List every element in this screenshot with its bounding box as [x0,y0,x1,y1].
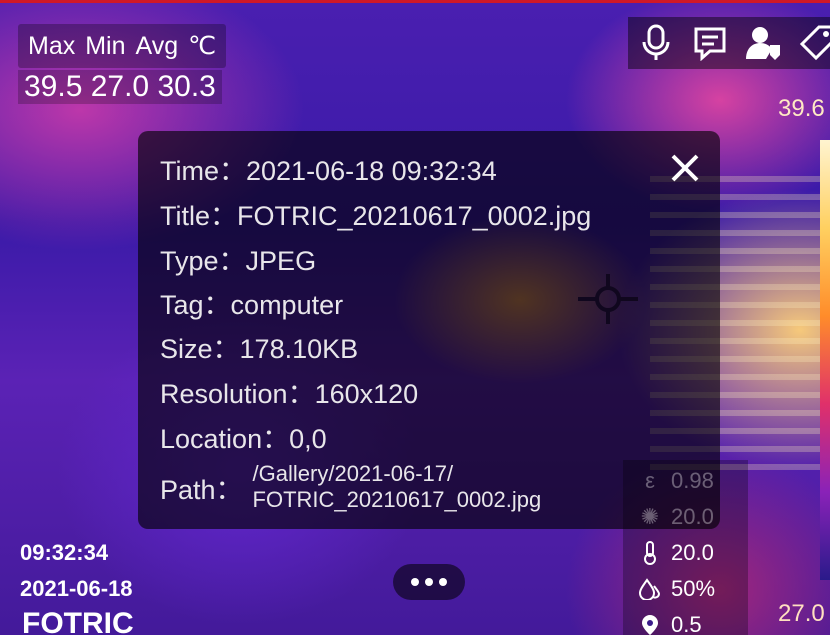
info-location-row: Location：0,0 [160,417,327,456]
info-path-row: Path： /Gallery/2021-06-17/ FOTRIC_202106… [160,461,541,513]
text-note-icon[interactable] [688,21,732,65]
path-line-1: /Gallery/2021-06-17/ [252,461,454,486]
reflected-temperature-icon: ✺ [640,504,660,529]
title-label: Title： [160,201,238,231]
info-resolution-row: Resolution：160x120 [160,372,418,411]
distance-value: 0.5 [671,612,702,637]
info-tag-row: Tag：computer [160,283,343,322]
top-toolbar [628,17,830,69]
title-value: FOTRIC_20210617_0002.jpg [237,201,592,231]
measurement-values: 39.5 27.0 30.3 [18,70,222,104]
measurement-parameters[interactable]: ε 0.98 ✺ 20.0 20.0 50% 0.5 [623,460,748,638]
emissivity-value: 0.98 [671,468,714,493]
info-time-row: Time：2021-06-18 09:32:34 [160,149,497,188]
time-value: 2021-06-18 09:32:34 [246,156,497,186]
max-label: Max [28,31,76,60]
info-title-row: Title：FOTRIC_20210617_0002.jpg [160,194,591,233]
brand-text: FOTRIC [22,610,134,635]
path-line-2: FOTRIC_20210617_0002.jpg [252,487,542,512]
top-accent-bar [0,0,830,3]
location-pin-icon [639,613,661,637]
temperature-color-scale [820,140,830,580]
close-icon[interactable] [666,149,704,187]
humidity-value: 50% [671,576,716,601]
measurement-header: Max Min Avg ℃ [18,24,227,68]
resolution-label: Resolution： [160,379,315,409]
thermometer-icon [639,541,661,565]
info-size-row: Size：178.10KB [160,327,358,366]
ambient-temp-value: 20.0 [671,540,714,565]
type-label: Type： [160,246,246,276]
reflected-temp-param: ✺ 20.0 [639,504,714,530]
emissivity-param: ε 0.98 [639,468,714,494]
size-label: Size： [160,334,240,364]
reflected-temp-value: 20.0 [671,504,714,529]
tag-label: Tag： [160,290,231,320]
fotric-logo: FOTRIC [22,610,134,635]
price-tag-icon[interactable] [796,21,830,65]
type-value: JPEG [245,246,317,276]
tag-value: computer [230,290,344,320]
more-options-button[interactable] [393,564,465,600]
more-dots-icon [411,578,447,586]
resolution-value: 160x120 [314,379,419,409]
epsilon-icon: ε [645,468,655,493]
capture-date: 2021-06-18 [20,576,133,601]
humidity-param: 50% [639,576,715,602]
size-value: 178.10KB [239,334,359,364]
person-tag-icon[interactable] [742,21,786,65]
capture-time: 09:32:34 [20,540,109,565]
unit-label: ℃ [188,32,217,60]
time-label: Time： [160,156,246,186]
scale-max-value: 39.6 [778,95,825,122]
path-value: /Gallery/2021-06-17/ FOTRIC_20210617_000… [253,461,542,513]
humidity-icon [639,577,661,601]
min-label: Min [85,31,126,60]
distance-param: 0.5 [639,612,702,638]
location-value: 0,0 [289,424,327,454]
avg-label: Avg [135,31,179,60]
ambient-temp-param: 20.0 [639,540,714,566]
location-label: Location： [160,424,290,454]
microphone-icon[interactable] [634,21,678,65]
scale-min-value: 27.0 [778,600,825,627]
info-type-row: Type：JPEG [160,239,316,278]
path-label: Path： [160,474,243,505]
